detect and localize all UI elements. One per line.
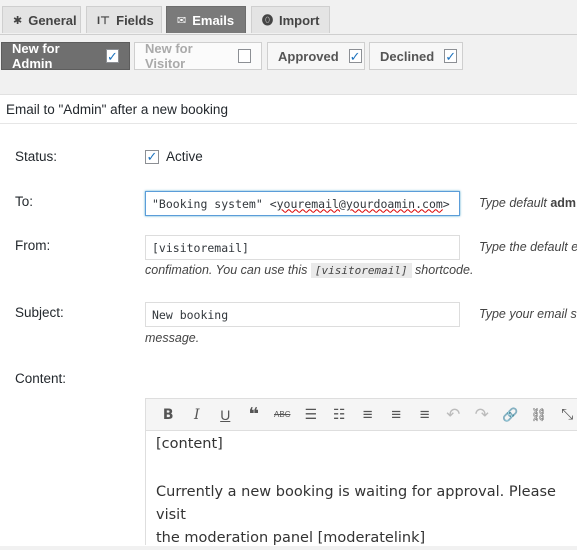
asterisk-icon: ✱ xyxy=(13,14,23,27)
fullscreen-icon[interactable]: ⤡ xyxy=(553,402,577,428)
status-label: Status: xyxy=(15,149,58,164)
email-type-tabs: New for Admin ✓ New for Visitor Approved… xyxy=(0,40,577,72)
to-hint: Type default adm xyxy=(479,196,576,210)
to-hint-text: Type default xyxy=(479,196,551,210)
subtab-approved[interactable]: Approved ✓ xyxy=(267,42,365,70)
from-hint-shortcode: [visitoremail] xyxy=(310,263,412,278)
to-input[interactable]: "Booking system" < youremail@yourdoamin.c… xyxy=(145,191,460,216)
subtab-label: New for Admin xyxy=(12,41,60,71)
tab-emails[interactable]: ✉ Emails xyxy=(166,6,246,33)
from-hint-text: confimation. You can use this xyxy=(145,263,311,277)
editor-line: Currently a new booking is waiting for a… xyxy=(156,484,556,523)
tab-import-label: Import xyxy=(279,12,320,28)
subtab-label: Approved xyxy=(278,48,339,64)
subtab-new-for-admin[interactable]: New for Admin ✓ xyxy=(1,41,130,71)
tab-general-label: General xyxy=(28,12,77,28)
bold-icon[interactable]: B xyxy=(154,402,183,428)
content-label: Content: xyxy=(15,371,67,386)
subject-label: Subject: xyxy=(15,305,64,320)
from-hint-suffix: shortcode. xyxy=(411,263,474,277)
to-label: To: xyxy=(15,194,34,209)
top-tab-bar: ✱ General I⊤ Fields ✉ Emails ⓿ Import xyxy=(0,0,577,35)
active-checkbox-label: Active xyxy=(166,149,203,164)
tab-fields[interactable]: I⊤ Fields xyxy=(86,6,162,33)
subtab-declined[interactable]: Declined ✓ xyxy=(369,42,463,70)
to-value-suffix: > xyxy=(442,196,450,211)
align-right-icon[interactable]: ≡ xyxy=(411,402,440,428)
strikethrough-icon[interactable]: ABC xyxy=(268,402,297,428)
align-center-icon[interactable]: ≡ xyxy=(382,402,411,428)
checkbox-declined[interactable]: ✓ xyxy=(444,49,458,63)
subtab-new-for-visitor[interactable]: New for Visitor xyxy=(134,41,262,71)
tab-emails-label: Emails xyxy=(192,12,235,28)
redo-icon[interactable]: ↷ xyxy=(468,402,497,428)
import-icon: ⓿ xyxy=(262,15,273,27)
envelope-icon: ✉ xyxy=(177,14,187,27)
align-left-icon[interactable]: ≡ xyxy=(354,402,383,428)
editor-line: [content] xyxy=(156,436,223,452)
tab-import[interactable]: ⓿ Import xyxy=(251,6,330,33)
tab-general[interactable]: ✱ General xyxy=(2,6,81,33)
subject-input[interactable]: New booking xyxy=(145,302,460,327)
subject-hint-line2: message. xyxy=(145,331,200,345)
editor-line: the moderation panel [moderatelink] xyxy=(156,530,426,546)
to-hint-bold: adm xyxy=(550,196,577,210)
checkbox-new-for-visitor[interactable] xyxy=(238,49,251,63)
subject-hint-line1: Type your email su xyxy=(479,307,577,321)
from-input[interactable]: [visitoremail] xyxy=(145,235,460,260)
underline-icon[interactable]: U xyxy=(211,402,240,428)
to-value-email: youremail@yourdoamin.com xyxy=(276,196,443,211)
numbered-list-icon[interactable]: ☷ xyxy=(325,402,354,428)
editor-toolbar: B I U ❝ ABC ☰ ☷ ≡ ≡ ≡ ↶ ↷ 🔗 ⛓ ⤡ xyxy=(145,398,577,431)
undo-icon[interactable]: ↶ xyxy=(439,402,468,428)
from-hint-line1: Type the default e xyxy=(479,240,577,254)
from-hint-line2: confimation. You can use this [visitorem… xyxy=(145,263,474,278)
subtab-label: Declined xyxy=(380,48,435,64)
status-active-toggle[interactable]: ✓ Active xyxy=(145,149,203,164)
link-icon[interactable]: 🔗 xyxy=(496,402,525,428)
checkbox-new-for-admin[interactable]: ✓ xyxy=(105,49,119,63)
blockquote-icon[interactable]: ❝ xyxy=(240,402,269,428)
subtab-label: New for Visitor xyxy=(145,41,193,71)
italic-icon[interactable]: I xyxy=(183,402,212,428)
from-label: From: xyxy=(15,238,51,253)
unlink-icon[interactable]: ⛓ xyxy=(525,402,554,428)
active-checkbox[interactable]: ✓ xyxy=(145,149,159,164)
tab-fields-label: Fields xyxy=(116,12,154,28)
panel-title: Email to "Admin" after a new booking xyxy=(0,95,577,124)
text-field-icon: I⊤ xyxy=(97,14,111,27)
bullet-list-icon[interactable]: ☰ xyxy=(297,402,326,428)
content-editor[interactable]: [content] Currently a new booking is wai… xyxy=(145,431,577,546)
to-value-prefix: "Booking system" < xyxy=(152,196,277,211)
checkbox-approved[interactable]: ✓ xyxy=(348,49,362,63)
